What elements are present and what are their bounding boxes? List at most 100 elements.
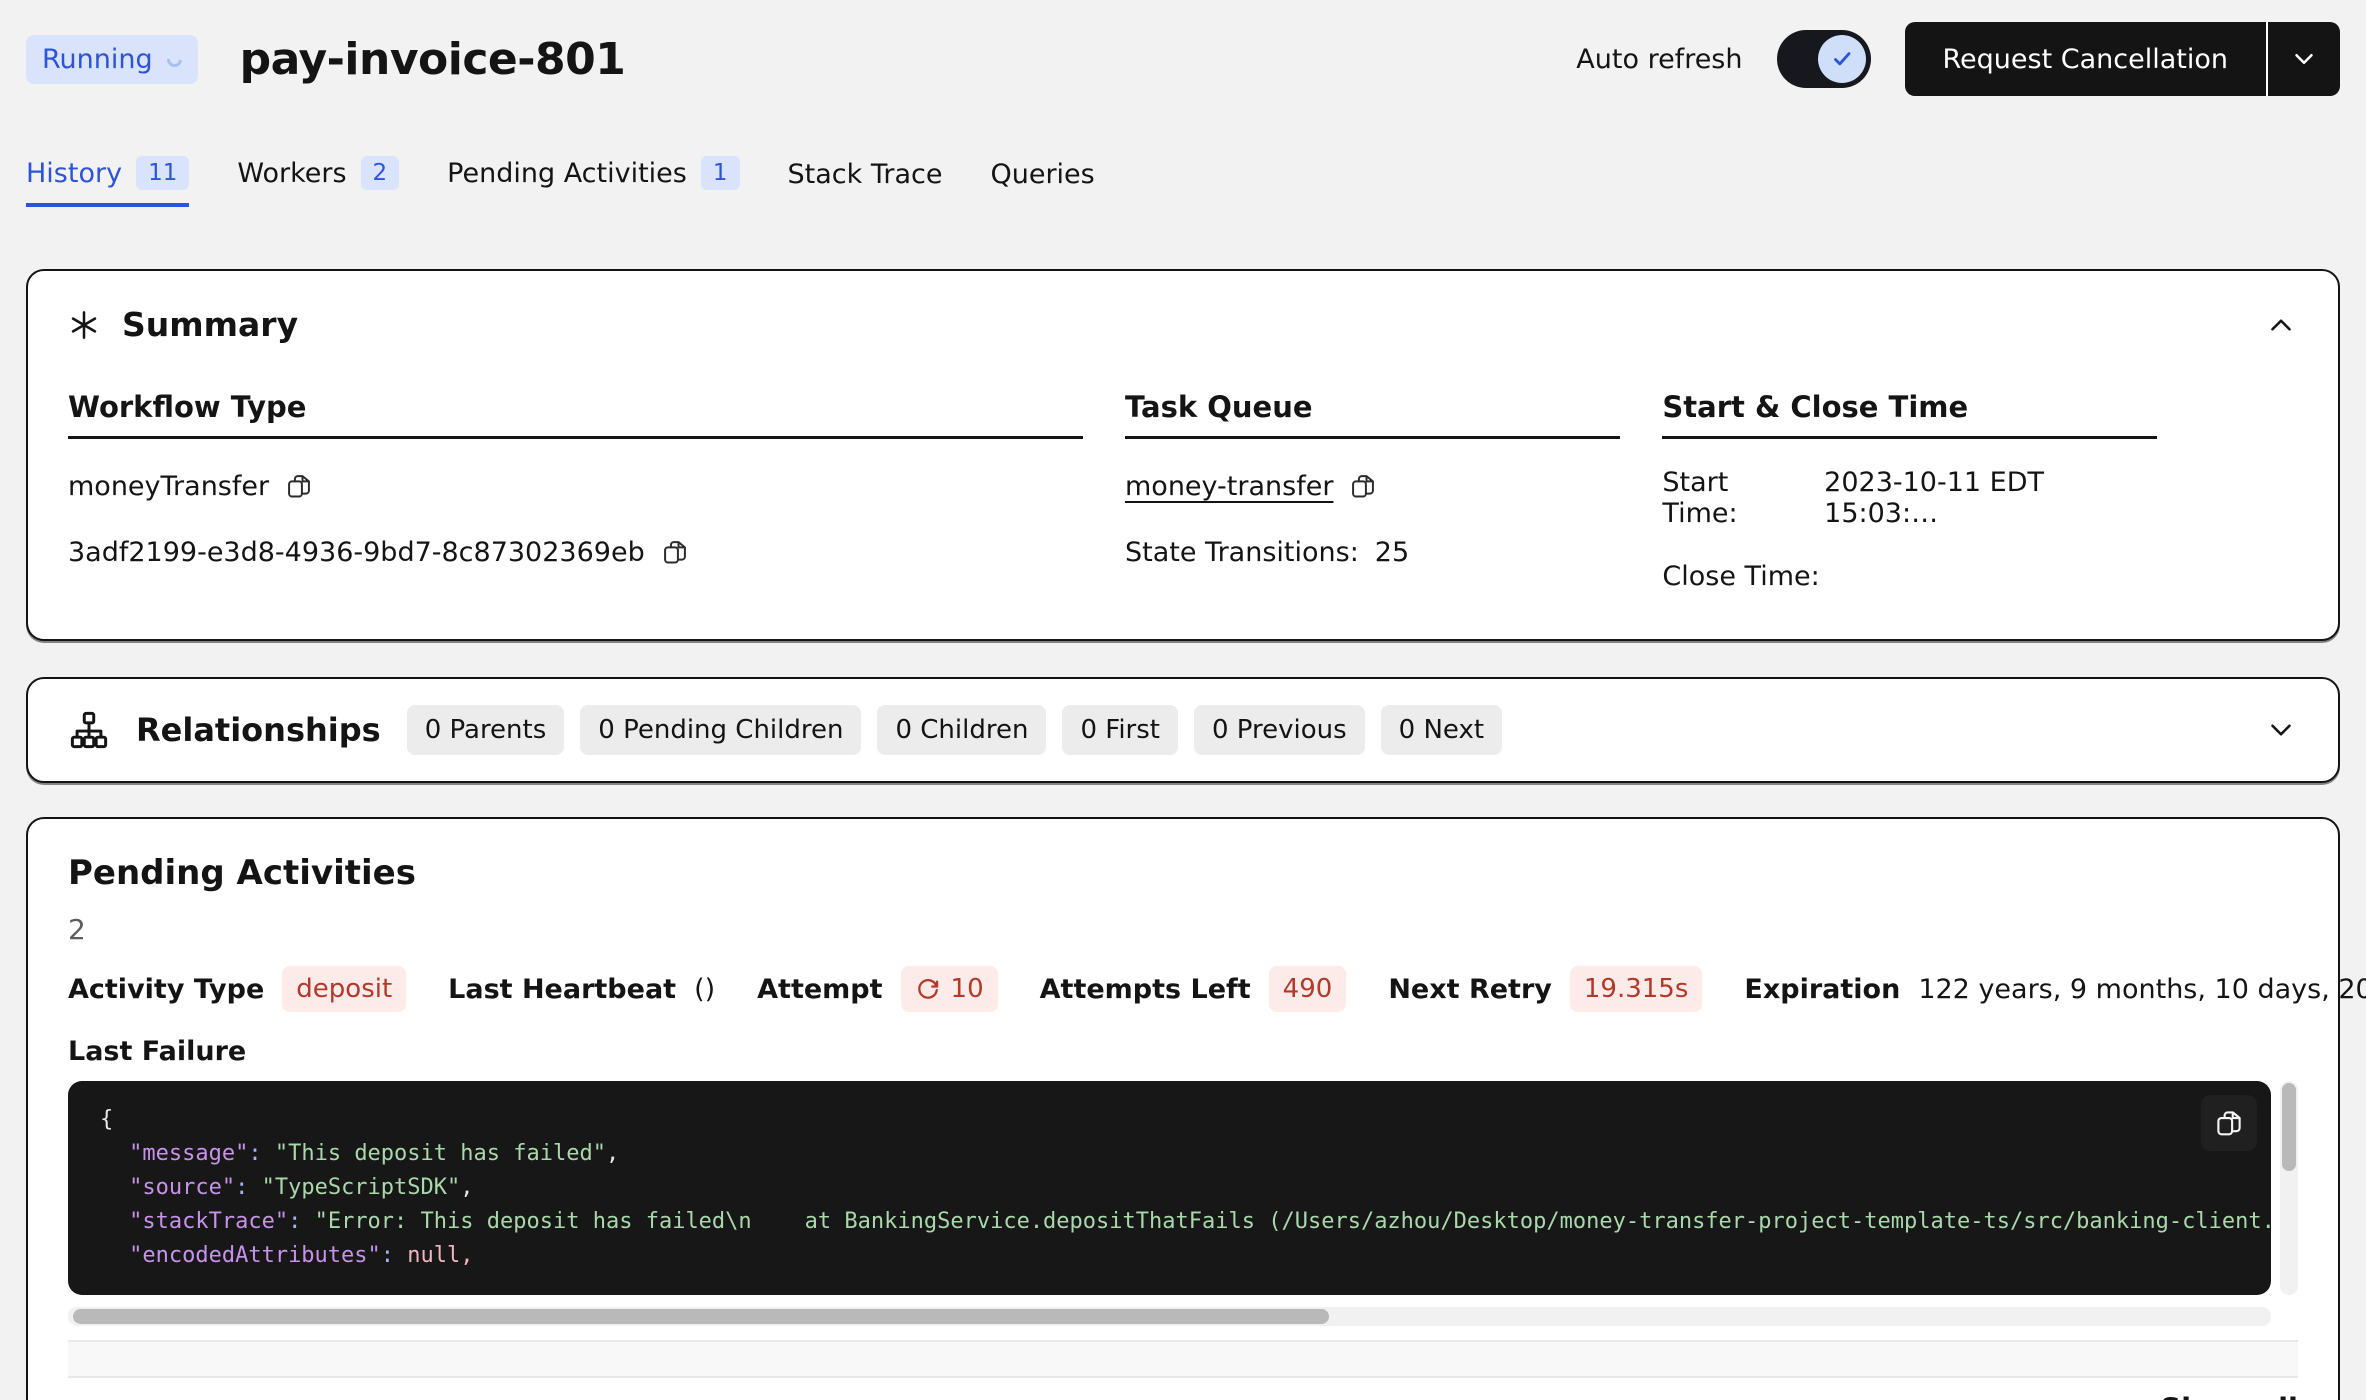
attempt-badge: 10 <box>901 966 998 1012</box>
parents-chip: 0 Parents <box>407 705 565 755</box>
start-time-row: Start Time: 2023-10-11 EDT 15:03:… <box>1662 467 2157 529</box>
close-time-label: Close Time: <box>1662 561 1819 592</box>
last-heartbeat-value: () <box>694 974 715 1005</box>
code-vertical-scrollbar[interactable] <box>2280 1081 2298 1295</box>
asterisk-icon <box>68 309 100 341</box>
tab-history-label: History <box>26 158 122 189</box>
summary-title: Summary <box>122 305 298 344</box>
copy-icon[interactable] <box>285 472 313 500</box>
pending-activities-count: 2 <box>68 913 2298 946</box>
workflow-type-header: Workflow Type <box>68 390 1083 439</box>
task-queue-link[interactable]: money-transfer <box>1125 471 1333 502</box>
tab-queries[interactable]: Queries <box>990 159 1094 207</box>
expiration-value: 122 years, 9 months, 10 days, 20 hours, … <box>1918 974 2366 1005</box>
time-column: Start & Close Time Start Time: 2023-10-1… <box>1662 390 2157 595</box>
tab-history[interactable]: History 11 <box>26 156 189 207</box>
tab-pending-activities-count: 1 <box>701 156 740 190</box>
code-line: "source": "TypeScriptSDK", <box>100 1171 2239 1205</box>
code-line: "encodedAttributes": null, <box>100 1239 2239 1273</box>
running-spinner-icon <box>164 48 185 69</box>
next-retry-stat: Next Retry 19.315s <box>1388 966 1702 1012</box>
task-queue-row: money-transfer <box>1125 467 1620 505</box>
request-cancellation-main[interactable]: Request Cancellation <box>1905 22 2267 96</box>
workflow-type-column: Workflow Type moneyTransfer 3adf2199-e3d… <box>68 390 1083 595</box>
status-badge: Running <box>26 35 198 84</box>
tab-pending-activities[interactable]: Pending Activities 1 <box>447 156 739 207</box>
next-retry-badge: 19.315s <box>1570 966 1703 1012</box>
code-line: "message": "This deposit has failed", <box>100 1137 2239 1171</box>
tab-stack-trace-label: Stack Trace <box>788 159 943 190</box>
start-time-value: 2023-10-11 EDT 15:03:… <box>1824 467 2157 529</box>
copy-icon[interactable] <box>661 538 689 566</box>
tab-pending-activities-label: Pending Activities <box>447 158 687 189</box>
first-chip: 0 First <box>1062 705 1178 755</box>
tab-history-count: 11 <box>136 156 189 190</box>
attempts-left-badge: 490 <box>1269 966 1347 1012</box>
tab-workers-label: Workers <box>237 158 346 189</box>
workflow-type-value: moneyTransfer <box>68 471 269 502</box>
show-all-row: Show all <box>68 1392 2298 1400</box>
expiration-label: Expiration <box>1744 974 1900 1005</box>
auto-refresh-toggle[interactable] <box>1777 30 1871 88</box>
relationships-card: Relationships 0 Parents 0 Pending Childr… <box>26 677 2340 783</box>
activity-type-stat: Activity Type deposit <box>68 966 406 1012</box>
tab-workers-count: 2 <box>361 156 400 190</box>
status-badge-label: Running <box>42 44 153 75</box>
workflow-title: pay-invoice-801 <box>240 34 626 85</box>
children-chip: 0 Children <box>877 705 1046 755</box>
attempt-value: 10 <box>951 974 984 1004</box>
task-queue-header: Task Queue <box>1125 390 1620 439</box>
page-header: Running pay-invoice-801 Auto refresh Req… <box>26 0 2340 96</box>
show-all-link[interactable]: Show all <box>2160 1392 2298 1400</box>
state-transitions-row: State Transitions: 25 <box>1125 533 1620 571</box>
code-horizontal-scrollbar[interactable] <box>68 1307 2271 1326</box>
pending-activities-card: Pending Activities 2 Activity Type depos… <box>26 817 2340 1400</box>
copy-icon <box>2214 1108 2244 1138</box>
empty-activity-row <box>68 1340 2298 1378</box>
workflow-detail-page: Running pay-invoice-801 Auto refresh Req… <box>0 0 2366 1400</box>
org-chart-icon <box>68 709 110 751</box>
run-id-value: 3adf2199-e3d8-4936-9bd7-8c87302369eb <box>68 537 645 568</box>
horizontal-scrollbar-thumb[interactable] <box>73 1309 1329 1324</box>
summary-collapse-button[interactable] <box>2264 308 2298 342</box>
activity-type-badge: deposit <box>282 966 406 1012</box>
copy-icon[interactable] <box>1349 472 1377 500</box>
attempts-left-label: Attempts Left <box>1040 974 1251 1005</box>
summary-header: Summary <box>68 305 2298 344</box>
summary-card: Summary Workflow Type moneyTransfer 3adf… <box>26 269 2340 641</box>
code-copy-button[interactable] <box>2201 1095 2257 1151</box>
toggle-knob <box>1818 35 1866 83</box>
workflow-type-row: moneyTransfer <box>68 467 1083 505</box>
start-time-label: Start Time: <box>1662 467 1808 529</box>
last-heartbeat-stat: Last Heartbeat () <box>448 974 715 1005</box>
task-queue-column: Task Queue money-transfer State Transiti… <box>1125 390 1620 595</box>
chevron-up-icon <box>2264 308 2298 342</box>
tab-stack-trace[interactable]: Stack Trace <box>788 159 943 207</box>
state-transitions-value: 25 <box>1375 537 1409 568</box>
activity-stats-row: Activity Type deposit Last Heartbeat () … <box>68 966 2298 1012</box>
tab-bar: History 11 Workers 2 Pending Activities … <box>26 156 2340 207</box>
expiration-stat: Expiration 122 years, 9 months, 10 days,… <box>1744 974 2366 1005</box>
close-time-row: Close Time: <box>1662 557 2157 595</box>
time-header: Start & Close Time <box>1662 390 2157 439</box>
chevron-down-icon <box>2289 44 2319 74</box>
request-cancellation-menu-button[interactable] <box>2268 22 2340 96</box>
retry-icon <box>915 976 941 1002</box>
request-cancellation-button: Request Cancellation <box>1905 22 2341 96</box>
relationship-chips: 0 Parents 0 Pending Children 0 Children … <box>407 705 1502 755</box>
state-transitions-label: State Transitions: <box>1125 537 1359 568</box>
next-chip: 0 Next <box>1381 705 1502 755</box>
activity-type-label: Activity Type <box>68 974 264 1005</box>
chevron-down-icon <box>2264 713 2298 747</box>
tab-workers[interactable]: Workers 2 <box>237 156 399 207</box>
pending-activities-title: Pending Activities <box>68 853 2298 893</box>
last-failure-code-wrap: { "message": "This deposit has failed", … <box>68 1081 2298 1295</box>
auto-refresh-label: Auto refresh <box>1576 44 1742 75</box>
vertical-scrollbar-thumb[interactable] <box>2282 1083 2296 1171</box>
attempt-stat: Attempt 10 <box>757 966 997 1012</box>
last-failure-code-block: { "message": "This deposit has failed", … <box>68 1081 2271 1295</box>
relationships-expand-button[interactable] <box>2264 713 2298 747</box>
pending-children-chip: 0 Pending Children <box>580 705 861 755</box>
last-heartbeat-label: Last Heartbeat <box>448 974 676 1005</box>
run-id-row: 3adf2199-e3d8-4936-9bd7-8c87302369eb <box>68 533 1083 571</box>
